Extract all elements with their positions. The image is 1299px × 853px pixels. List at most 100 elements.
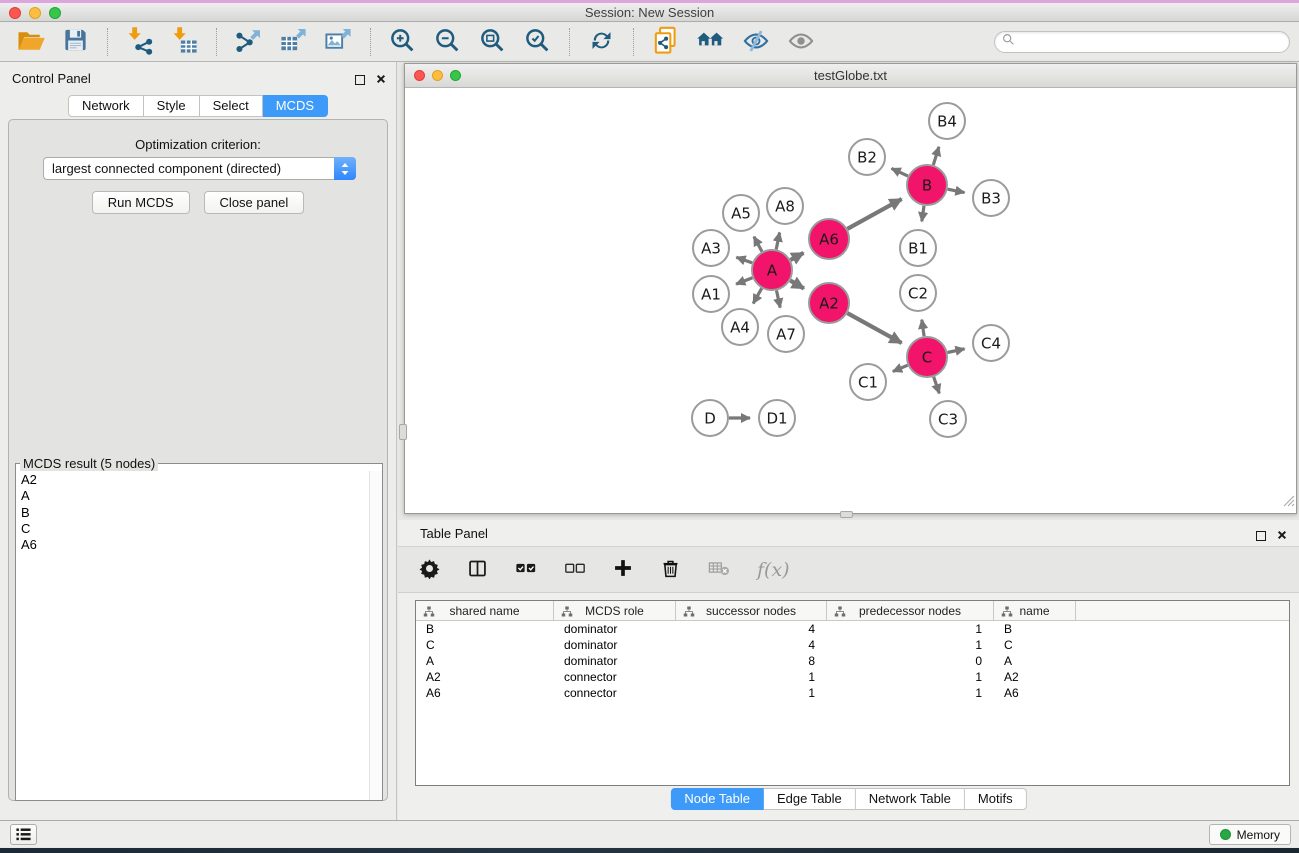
table-cell[interactable]: dominator	[554, 638, 676, 652]
table-row[interactable]: Cdominator41C	[416, 637, 1289, 653]
graph-node-A2[interactable]: A2	[809, 283, 849, 323]
graph-node-C2[interactable]: C2	[900, 275, 936, 311]
table-cell[interactable]: 1	[827, 622, 994, 636]
tab-motifs[interactable]: Motifs	[965, 788, 1027, 810]
close-table-panel-icon[interactable]	[1277, 527, 1287, 545]
graph-edge-A-A3[interactable]	[736, 257, 752, 263]
tab-network[interactable]: Network	[68, 95, 144, 117]
graph-node-D[interactable]: D	[692, 400, 728, 436]
refresh-view-button[interactable]	[579, 25, 624, 59]
graph-edge-B-B3[interactable]	[948, 189, 965, 192]
graph-edge-C-C2[interactable]	[922, 320, 924, 337]
graph-node-C3[interactable]: C3	[930, 401, 966, 437]
zoom-fit-button[interactable]	[470, 25, 515, 59]
graph-edge-A-A2[interactable]	[790, 281, 804, 289]
graph-edge-A-A7[interactable]	[777, 291, 781, 308]
table-cell[interactable]: 4	[676, 622, 827, 636]
mcds-result-item[interactable]: A6	[16, 537, 382, 553]
tab-mcds[interactable]: MCDS	[263, 95, 328, 117]
table-cell[interactable]: connector	[554, 670, 676, 684]
go-home-button[interactable]	[688, 25, 733, 59]
import-network-button[interactable]	[117, 25, 162, 59]
table-cell[interactable]: C	[416, 638, 554, 652]
graph-edge-B-B1[interactable]	[922, 206, 924, 222]
tab-edge-table[interactable]: Edge Table	[764, 788, 856, 810]
table-cell[interactable]: 1	[827, 686, 994, 700]
table-cell[interactable]: B	[416, 622, 554, 636]
zoom-out-button[interactable]	[425, 25, 470, 59]
export-image-button[interactable]	[316, 25, 361, 59]
graph-node-D1[interactable]: D1	[759, 400, 795, 436]
close-panel-button[interactable]: Close panel	[204, 191, 305, 214]
search-input[interactable]	[1015, 33, 1289, 51]
tab-node-table[interactable]: Node Table	[670, 788, 764, 810]
graph-node-A1[interactable]: A1	[693, 276, 729, 312]
graph-node-A6[interactable]: A6	[809, 219, 849, 259]
network-close-button[interactable]	[414, 70, 425, 81]
select-all-rows-button[interactable]	[515, 557, 537, 582]
network-canvas[interactable]: AA1A2A3A4A5A6A7A8BB1B2B3B4CC1C2C3C4DD1	[405, 89, 1296, 513]
table-cell[interactable]: C	[994, 638, 1076, 652]
vertical-divider-handle[interactable]	[399, 424, 407, 440]
table-row[interactable]: A6connector11A6	[416, 685, 1289, 701]
graph-node-A7[interactable]: A7	[768, 316, 804, 352]
graph-edge-B-B2[interactable]	[892, 168, 909, 176]
zoom-selected-button[interactable]	[515, 25, 560, 59]
mcds-result-list[interactable]: A2ABCA6	[16, 471, 382, 800]
table-cell[interactable]: 1	[827, 638, 994, 652]
criterion-dropdown[interactable]: largest connected component (directed)	[43, 157, 356, 180]
mcds-result-item[interactable]: B	[16, 505, 382, 521]
graph-node-B4[interactable]: B4	[929, 103, 965, 139]
table-cell[interactable]: dominator	[554, 622, 676, 636]
list-scrollbar[interactable]	[369, 471, 382, 800]
table-cell[interactable]: B	[994, 622, 1076, 636]
graph-node-A3[interactable]: A3	[693, 230, 729, 266]
table-cell[interactable]: A	[994, 654, 1076, 668]
table-cell[interactable]: A	[416, 654, 554, 668]
table-options-button[interactable]	[419, 558, 440, 582]
show-graphics-button[interactable]	[778, 25, 823, 59]
graph-edge-C-C3[interactable]	[934, 377, 940, 394]
table-cell[interactable]: 1	[676, 686, 827, 700]
graph-edge-B-B4[interactable]	[933, 147, 939, 165]
close-window-button[interactable]	[9, 7, 21, 19]
graph-edge-A2-C[interactable]	[847, 313, 901, 343]
table-cell[interactable]: A6	[994, 686, 1076, 700]
table-cell[interactable]: A6	[416, 686, 554, 700]
graph-edge-C-C4[interactable]	[948, 349, 965, 353]
add-column-button[interactable]	[613, 558, 633, 581]
graph-edge-A-A4[interactable]	[753, 288, 762, 303]
graph-node-B3[interactable]: B3	[973, 180, 1009, 216]
table-cell[interactable]: 1	[827, 670, 994, 684]
table-cell[interactable]: 8	[676, 654, 827, 668]
graph-node-A[interactable]: A	[752, 250, 792, 290]
task-history-button[interactable]	[10, 824, 37, 845]
tab-network-table[interactable]: Network Table	[856, 788, 965, 810]
table-cell[interactable]: A2	[416, 670, 554, 684]
table-cell[interactable]: dominator	[554, 654, 676, 668]
run-mcds-button[interactable]: Run MCDS	[92, 191, 190, 214]
zoom-window-button[interactable]	[49, 7, 61, 19]
table-cell[interactable]: 4	[676, 638, 827, 652]
graph-node-B1[interactable]: B1	[900, 230, 936, 266]
mcds-result-item[interactable]: C	[16, 521, 382, 537]
titlebar[interactable]: Session: New Session	[0, 3, 1299, 22]
delete-columns-button[interactable]	[660, 558, 681, 582]
save-session-button[interactable]	[53, 25, 98, 59]
delete-table-button[interactable]	[708, 557, 730, 582]
network-minimize-button[interactable]	[432, 70, 443, 81]
graph-node-C[interactable]: C	[907, 337, 947, 377]
tab-style[interactable]: Style	[144, 95, 200, 117]
graph-node-A5[interactable]: A5	[723, 195, 759, 231]
graph-edge-A-A1[interactable]	[736, 278, 752, 284]
split-panel-button[interactable]	[467, 558, 488, 582]
graph-node-B2[interactable]: B2	[849, 139, 885, 175]
mcds-result-item[interactable]: A	[16, 488, 382, 504]
table-row[interactable]: Adominator80A	[416, 653, 1289, 669]
search-box[interactable]	[994, 31, 1290, 53]
float-table-panel-icon[interactable]	[1256, 531, 1266, 541]
graph-node-C1[interactable]: C1	[850, 364, 886, 400]
table-cell[interactable]: A2	[994, 670, 1076, 684]
graph-node-A8[interactable]: A8	[767, 188, 803, 224]
table-cell[interactable]: 0	[827, 654, 994, 668]
